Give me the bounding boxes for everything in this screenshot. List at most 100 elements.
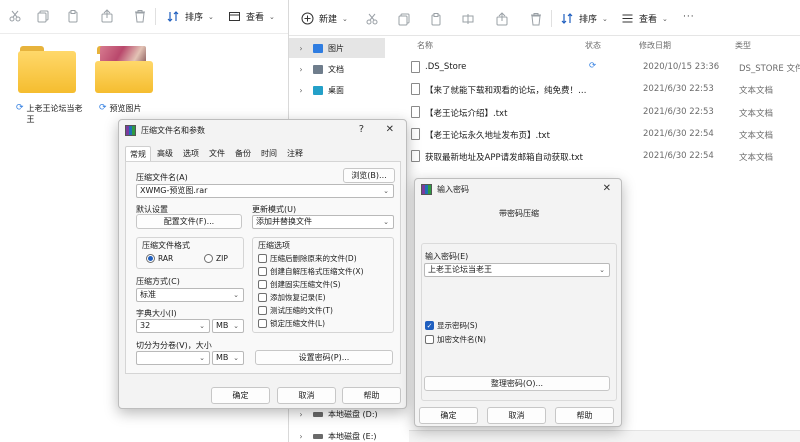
chevron-down-icon[interactable]: ⌄: [233, 289, 239, 301]
cancel-button[interactable]: 取消: [277, 387, 336, 404]
dictionary-size-select[interactable]: 32 ⌄: [136, 319, 210, 333]
help-icon[interactable]: ?: [359, 124, 364, 135]
tab-options[interactable]: 选项: [179, 146, 203, 162]
rename-icon[interactable]: [461, 12, 475, 26]
paste-icon[interactable]: [66, 9, 80, 23]
tab-advanced[interactable]: 高级: [153, 146, 177, 162]
format-rar-radio[interactable]: RAR: [146, 254, 173, 263]
option-sfx-checkbox[interactable]: 创建自解压格式压缩文件(X): [258, 266, 364, 277]
winrar-icon: [421, 183, 432, 195]
chevron-right-icon[interactable]: ›: [289, 86, 313, 95]
compression-method-select[interactable]: 标准 ⌄: [136, 288, 244, 302]
dictionary-size-value: 32: [140, 321, 151, 330]
chevron-down-icon[interactable]: ⌄: [383, 185, 389, 197]
help-button[interactable]: 帮助: [342, 387, 401, 404]
archive-dialog-titlebar[interactable]: 压缩文件名和参数 ? ✕: [119, 120, 406, 140]
file-name: 获取最新地址及APP请发邮箱自动获取.txt: [425, 153, 583, 163]
share-icon[interactable]: [495, 12, 509, 26]
option-recovery-checkbox[interactable]: 添加恢复记录(E): [258, 292, 326, 303]
delete-icon[interactable]: [133, 9, 147, 23]
set-password-button[interactable]: 设置密码(P)...: [255, 350, 393, 365]
show-password-label: 显示密码(S): [437, 321, 478, 330]
file-row[interactable]: 【来了就能下载和观看的论坛，纯免费！… 2021/6/30 22:53 文本文档: [409, 79, 800, 101]
folder-item-label[interactable]: ⟳ 预览图片: [99, 103, 169, 114]
view-button[interactable]: 查看 ⌄: [621, 12, 668, 25]
enter-password-label: 输入密码(E): [425, 252, 469, 261]
sync-icon: ⟳: [99, 103, 107, 113]
chevron-right-icon[interactable]: ›: [289, 65, 313, 74]
nav-item-pictures[interactable]: › 图片: [289, 38, 385, 58]
cancel-button[interactable]: 取消: [487, 407, 546, 424]
tab-general[interactable]: 常规: [125, 146, 151, 162]
share-icon[interactable]: [100, 9, 114, 23]
help-button[interactable]: 帮助: [555, 407, 614, 424]
cut-icon[interactable]: [8, 9, 22, 23]
toolbar-divider: [155, 8, 156, 25]
archive-name-input[interactable]: XWMG-预览图.rar ⌄: [136, 184, 394, 198]
password-input[interactable]: 上老王论坛当老王 ⌄: [424, 263, 610, 277]
close-icon[interactable]: ✕: [603, 183, 611, 194]
drive-icon: [313, 433, 323, 439]
tab-files[interactable]: 文件: [205, 146, 229, 162]
file-row[interactable]: 【老王论坛介绍】.txt 2021/6/30 22:53 文本文档: [409, 102, 800, 124]
more-options-button[interactable]: ···: [683, 12, 695, 22]
update-mode-select[interactable]: 添加并替换文件 ⌄: [252, 215, 394, 229]
nav-item-documents[interactable]: › 文档: [289, 59, 385, 79]
copy-icon[interactable]: [36, 9, 50, 23]
column-date[interactable]: 修改日期: [639, 40, 671, 51]
folder-item-label[interactable]: ⟳ 上老王论坛当老王: [16, 103, 86, 125]
column-type[interactable]: 类型: [735, 40, 751, 51]
folder-with-preview-icon[interactable]: [95, 44, 153, 94]
tab-comment[interactable]: 注释: [283, 146, 307, 162]
column-name[interactable]: 名称: [417, 40, 433, 51]
show-password-checkbox[interactable]: ✓ 显示密码(S): [425, 320, 478, 331]
sort-button[interactable]: 排序 ⌄: [561, 12, 608, 25]
ok-button[interactable]: 确定: [419, 407, 478, 424]
delete-icon[interactable]: [529, 12, 543, 26]
close-icon[interactable]: ✕: [386, 124, 394, 135]
organize-passwords-button[interactable]: 整理密码(O)...: [424, 376, 610, 391]
split-unit-select[interactable]: MB ⌄: [212, 351, 244, 365]
file-date: 2021/6/30 22:53: [643, 107, 714, 117]
folder-icon[interactable]: [18, 44, 76, 94]
chevron-down-icon[interactable]: ⌄: [233, 320, 239, 332]
copy-icon[interactable]: [397, 12, 411, 26]
format-zip-label: ZIP: [216, 254, 228, 263]
file-row[interactable]: 获取最新地址及APP请发邮箱自动获取.txt 2021/6/30 22:54 文…: [409, 146, 800, 168]
password-dialog-titlebar[interactable]: 输入密码 ✕: [415, 179, 621, 199]
option-lock-checkbox[interactable]: 锁定压缩文件(L): [258, 318, 325, 329]
profiles-button[interactable]: 配置文件(F)...: [136, 214, 242, 229]
chevron-down-icon[interactable]: ⌄: [383, 216, 389, 228]
column-status[interactable]: 状态: [585, 40, 601, 51]
paste-icon[interactable]: [429, 12, 443, 26]
option-solid-checkbox[interactable]: 创建固实压缩文件(S): [258, 279, 341, 290]
file-row[interactable]: .DS_Store ⟳ 2020/10/15 23:36 DS_STORE 文件: [409, 57, 800, 79]
chevron-right-icon[interactable]: ›: [289, 432, 313, 441]
nav-item-drive-e[interactable]: › 本地磁盘 (E:): [289, 426, 385, 442]
format-zip-radio[interactable]: ZIP: [204, 254, 228, 263]
sort-button[interactable]: 排序 ⌄: [167, 10, 214, 23]
cut-icon[interactable]: [365, 12, 379, 26]
encrypt-filenames-checkbox[interactable]: 加密文件名(N): [425, 334, 486, 345]
chevron-down-icon[interactable]: ⌄: [199, 352, 205, 364]
chevron-down-icon[interactable]: ⌄: [199, 320, 205, 332]
nav-item-desktop[interactable]: › 桌面: [289, 80, 385, 100]
option-test-checkbox[interactable]: 测试压缩的文件(T): [258, 305, 333, 316]
chevron-right-icon[interactable]: ›: [289, 44, 313, 53]
option-delete-after-checkbox[interactable]: 压缩后删除原来的文件(D): [258, 253, 357, 264]
ok-button[interactable]: 确定: [211, 387, 270, 404]
tab-time[interactable]: 时间: [257, 146, 281, 162]
chevron-down-icon[interactable]: ⌄: [599, 264, 605, 276]
tab-backup[interactable]: 备份: [231, 146, 255, 162]
file-row[interactable]: 【老王论坛永久地址发布页】.txt 2021/6/30 22:54 文本文档: [409, 124, 800, 146]
horizontal-scrollbar[interactable]: [409, 430, 800, 442]
checkbox-icon: [258, 254, 267, 263]
split-size-select[interactable]: ⌄: [136, 351, 210, 365]
chevron-down-icon[interactable]: ⌄: [233, 352, 239, 364]
view-button[interactable]: 查看 ⌄: [228, 10, 275, 23]
browse-button[interactable]: 浏览(B)...: [343, 168, 395, 183]
sync-icon: ⟳: [589, 61, 597, 71]
new-button[interactable]: 新建 ⌄: [301, 12, 348, 25]
dictionary-unit-select[interactable]: MB ⌄: [212, 319, 244, 333]
chevron-right-icon[interactable]: ›: [289, 410, 313, 419]
